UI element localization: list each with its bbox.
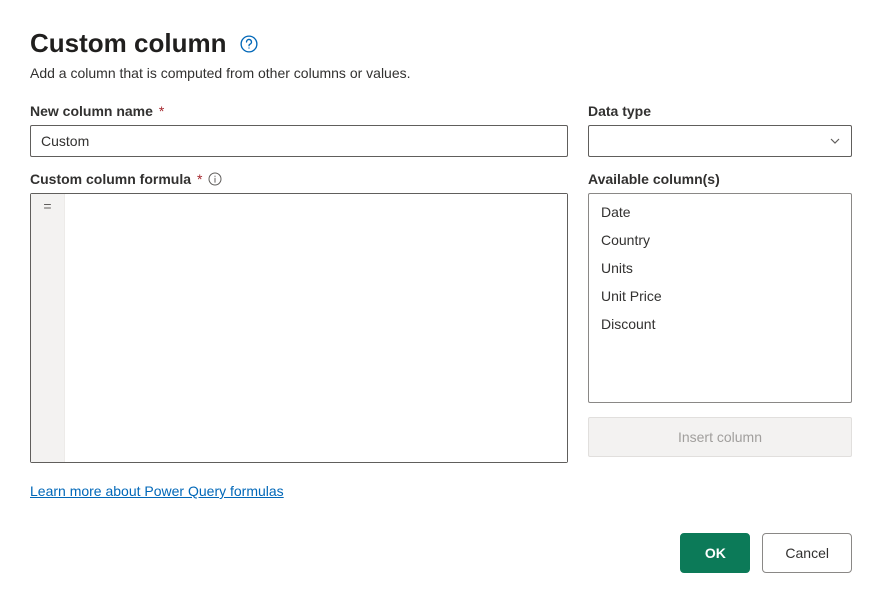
column-name-field: New column name *: [30, 103, 568, 157]
column-name-input[interactable]: [30, 125, 568, 157]
formula-label-text: Custom column formula: [30, 171, 191, 187]
column-name-label-text: New column name: [30, 103, 153, 119]
dialog-title: Custom column: [30, 28, 226, 59]
column-item[interactable]: Discount: [589, 310, 851, 338]
column-item[interactable]: Units: [589, 254, 851, 282]
column-name-label: New column name *: [30, 103, 568, 119]
info-icon[interactable]: [208, 172, 222, 186]
dialog-footer: OK Cancel: [30, 533, 852, 573]
formula-section: Custom column formula * = Learn more abo…: [30, 171, 852, 501]
formula-label: Custom column formula *: [30, 171, 568, 187]
help-icon[interactable]: [240, 35, 258, 53]
formula-gutter: =: [31, 194, 65, 462]
insert-column-button[interactable]: Insert column: [588, 417, 852, 457]
learn-more-link[interactable]: Learn more about Power Query formulas: [30, 483, 284, 499]
dialog-subtitle: Add a column that is computed from other…: [30, 65, 852, 81]
ok-button[interactable]: OK: [680, 533, 750, 573]
formula-editor[interactable]: [65, 194, 567, 462]
cancel-button[interactable]: Cancel: [762, 533, 852, 573]
data-type-label: Data type: [588, 103, 852, 119]
data-type-select[interactable]: [588, 125, 852, 157]
data-type-field: Data type: [588, 103, 852, 157]
required-indicator: *: [159, 103, 164, 119]
top-fields-row: New column name * Data type: [30, 103, 852, 157]
required-indicator: *: [197, 171, 202, 187]
available-columns-list: Date Country Units Unit Price Discount: [588, 193, 852, 403]
dialog-header: Custom column: [30, 28, 852, 59]
formula-right: Available column(s) Date Country Units U…: [588, 171, 852, 457]
column-item[interactable]: Unit Price: [589, 282, 851, 310]
chevron-down-icon: [829, 135, 841, 147]
formula-left: Custom column formula * = Learn more abo…: [30, 171, 568, 501]
available-columns-label: Available column(s): [588, 171, 852, 187]
column-item[interactable]: Date: [589, 198, 851, 226]
column-item[interactable]: Country: [589, 226, 851, 254]
formula-box: =: [30, 193, 568, 463]
